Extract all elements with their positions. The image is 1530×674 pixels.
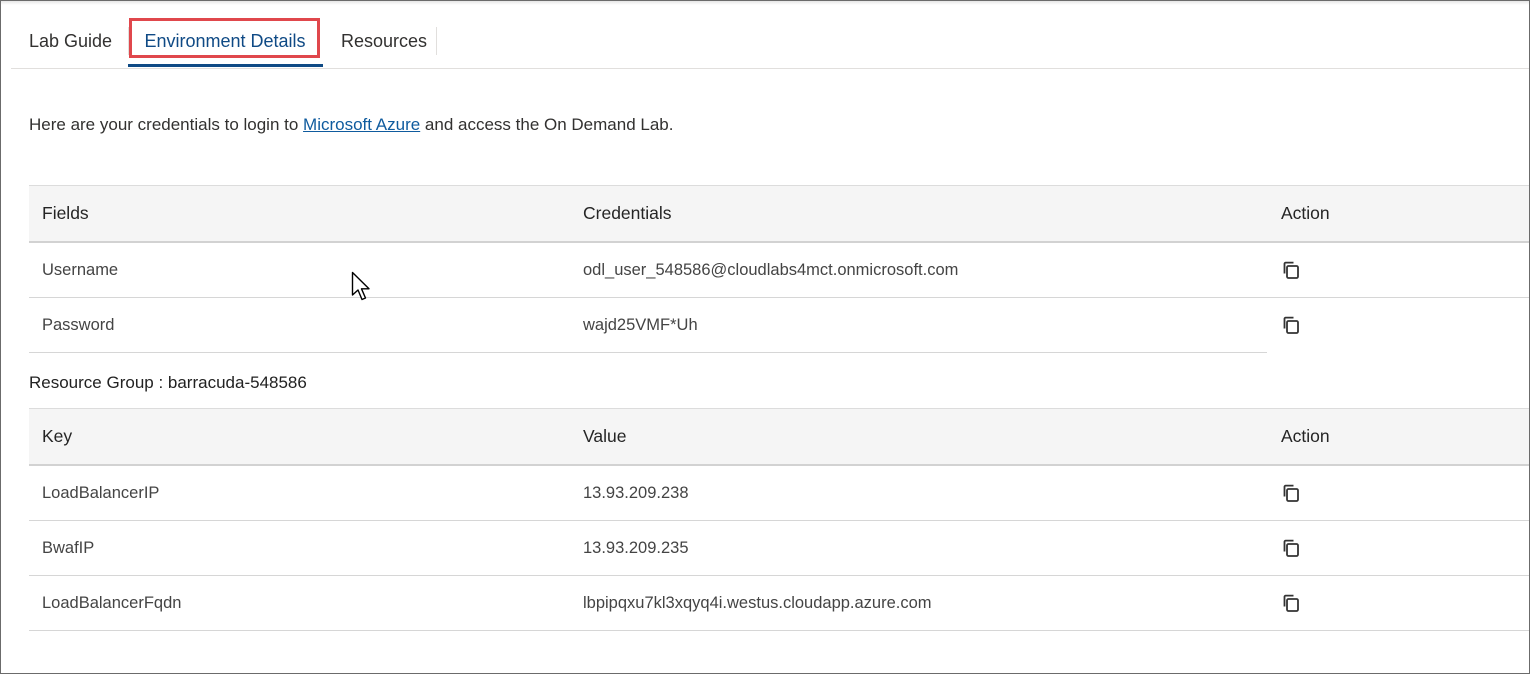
key-cell: BwafIP [29,520,570,576]
copy-icon[interactable] [1281,260,1301,280]
table-row: LoadBalancerIP 13.93.209.238 [29,465,1529,521]
environment-details-panel: Lab Guide Environment Details Resources … [0,0,1530,674]
intro-text-after: and access the On Demand Lab. [420,115,674,134]
copy-icon[interactable] [1281,538,1301,558]
intro-text: Here are your credentials to login to Mi… [29,115,673,135]
tab-bar: Lab Guide Environment Details Resources [11,15,1529,69]
column-header-key: Key [29,408,570,466]
column-header-action: Action [1267,185,1529,243]
tab-lab-guide[interactable]: Lab Guide [29,15,112,67]
table-row: BwafIP 13.93.209.235 [29,520,1529,576]
table-row: Password wajd25VMF*Uh [29,297,1529,353]
value-cell: lbpipqxu7kl3xqyq4i.westus.cloudapp.azure… [570,575,1267,631]
field-username: Username [29,242,570,298]
copy-icon[interactable] [1281,483,1301,503]
tab-divider [436,27,437,55]
value-cell: 13.93.209.238 [570,465,1267,521]
table-header-row: Key Value Action [29,408,1529,466]
column-header-fields: Fields [29,185,570,243]
column-header-credentials: Credentials [570,185,1267,243]
credentials-table: Fields Credentials Action Username odl_u… [29,185,1529,353]
table-row: Username odl_user_548586@cloudlabs4mct.o… [29,242,1529,298]
column-header-value: Value [570,408,1267,466]
key-cell: LoadBalancerIP [29,465,570,521]
resource-outputs-table: Key Value Action LoadBalancerIP 13.93.20… [29,408,1529,631]
value-cell: 13.93.209.235 [570,520,1267,576]
table-header-row: Fields Credentials Action [29,185,1529,243]
microsoft-azure-link[interactable]: Microsoft Azure [303,115,420,134]
intro-text-before: Here are your credentials to login to [29,115,304,134]
credential-username-value: odl_user_548586@cloudlabs4mct.onmicrosof… [570,242,1267,298]
resource-group-label: Resource Group : barracuda-548586 [29,373,307,392]
credential-password-value: wajd25VMF*Uh [570,297,1267,353]
active-tab-underline [128,64,323,67]
copy-icon[interactable] [1281,593,1301,613]
copy-icon[interactable] [1281,315,1301,335]
key-cell: LoadBalancerFqdn [29,575,570,631]
column-header-action: Action [1267,408,1529,466]
tab-resources[interactable]: Resources [341,15,427,67]
table-row: LoadBalancerFqdn lbpipqxu7kl3xqyq4i.west… [29,575,1529,631]
field-password: Password [29,297,570,353]
tab-environment-details[interactable]: Environment Details [128,15,322,67]
top-shadow [1,1,1529,5]
